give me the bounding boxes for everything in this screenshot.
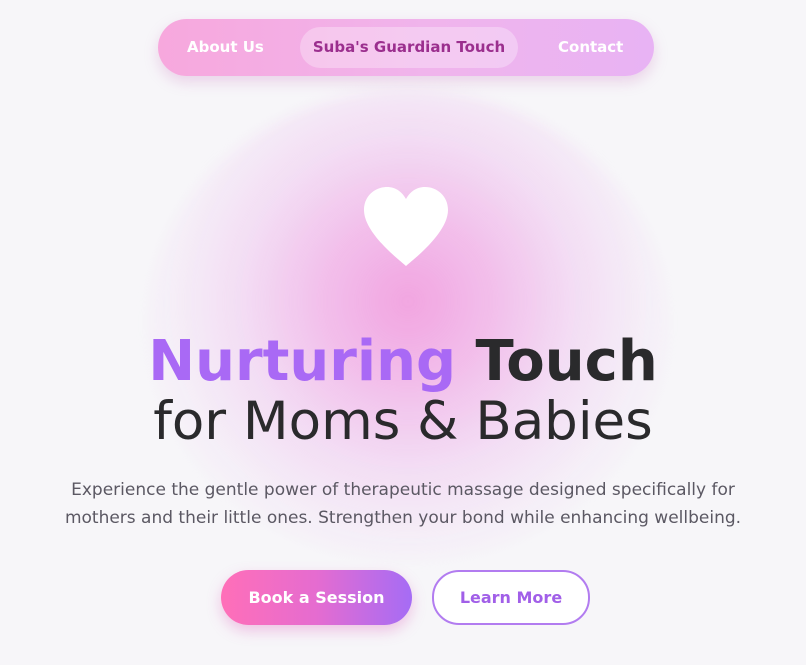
page: About Us Suba's Guardian Touch Contact N… [0, 0, 806, 665]
nav-link-brand[interactable]: Suba's Guardian Touch [300, 27, 518, 68]
nav-link-contact[interactable]: Contact [558, 19, 623, 76]
headline-dark: Touch [475, 329, 658, 394]
headline-accent: Nurturing [148, 329, 457, 394]
top-nav: About Us Suba's Guardian Touch Contact [158, 19, 654, 76]
nav-link-about[interactable]: About Us [187, 19, 264, 76]
heart-icon [362, 186, 450, 268]
hero-description: Experience the gentle power of therapeut… [64, 480, 742, 528]
book-session-button[interactable]: Book a Session [221, 570, 412, 625]
hero-headline: Nurturing Touch for Moms & Babies [0, 330, 806, 454]
headline-line-1: Nurturing Touch [0, 330, 806, 394]
learn-more-button[interactable]: Learn More [432, 570, 590, 625]
headline-line-2: for Moms & Babies [153, 391, 653, 452]
